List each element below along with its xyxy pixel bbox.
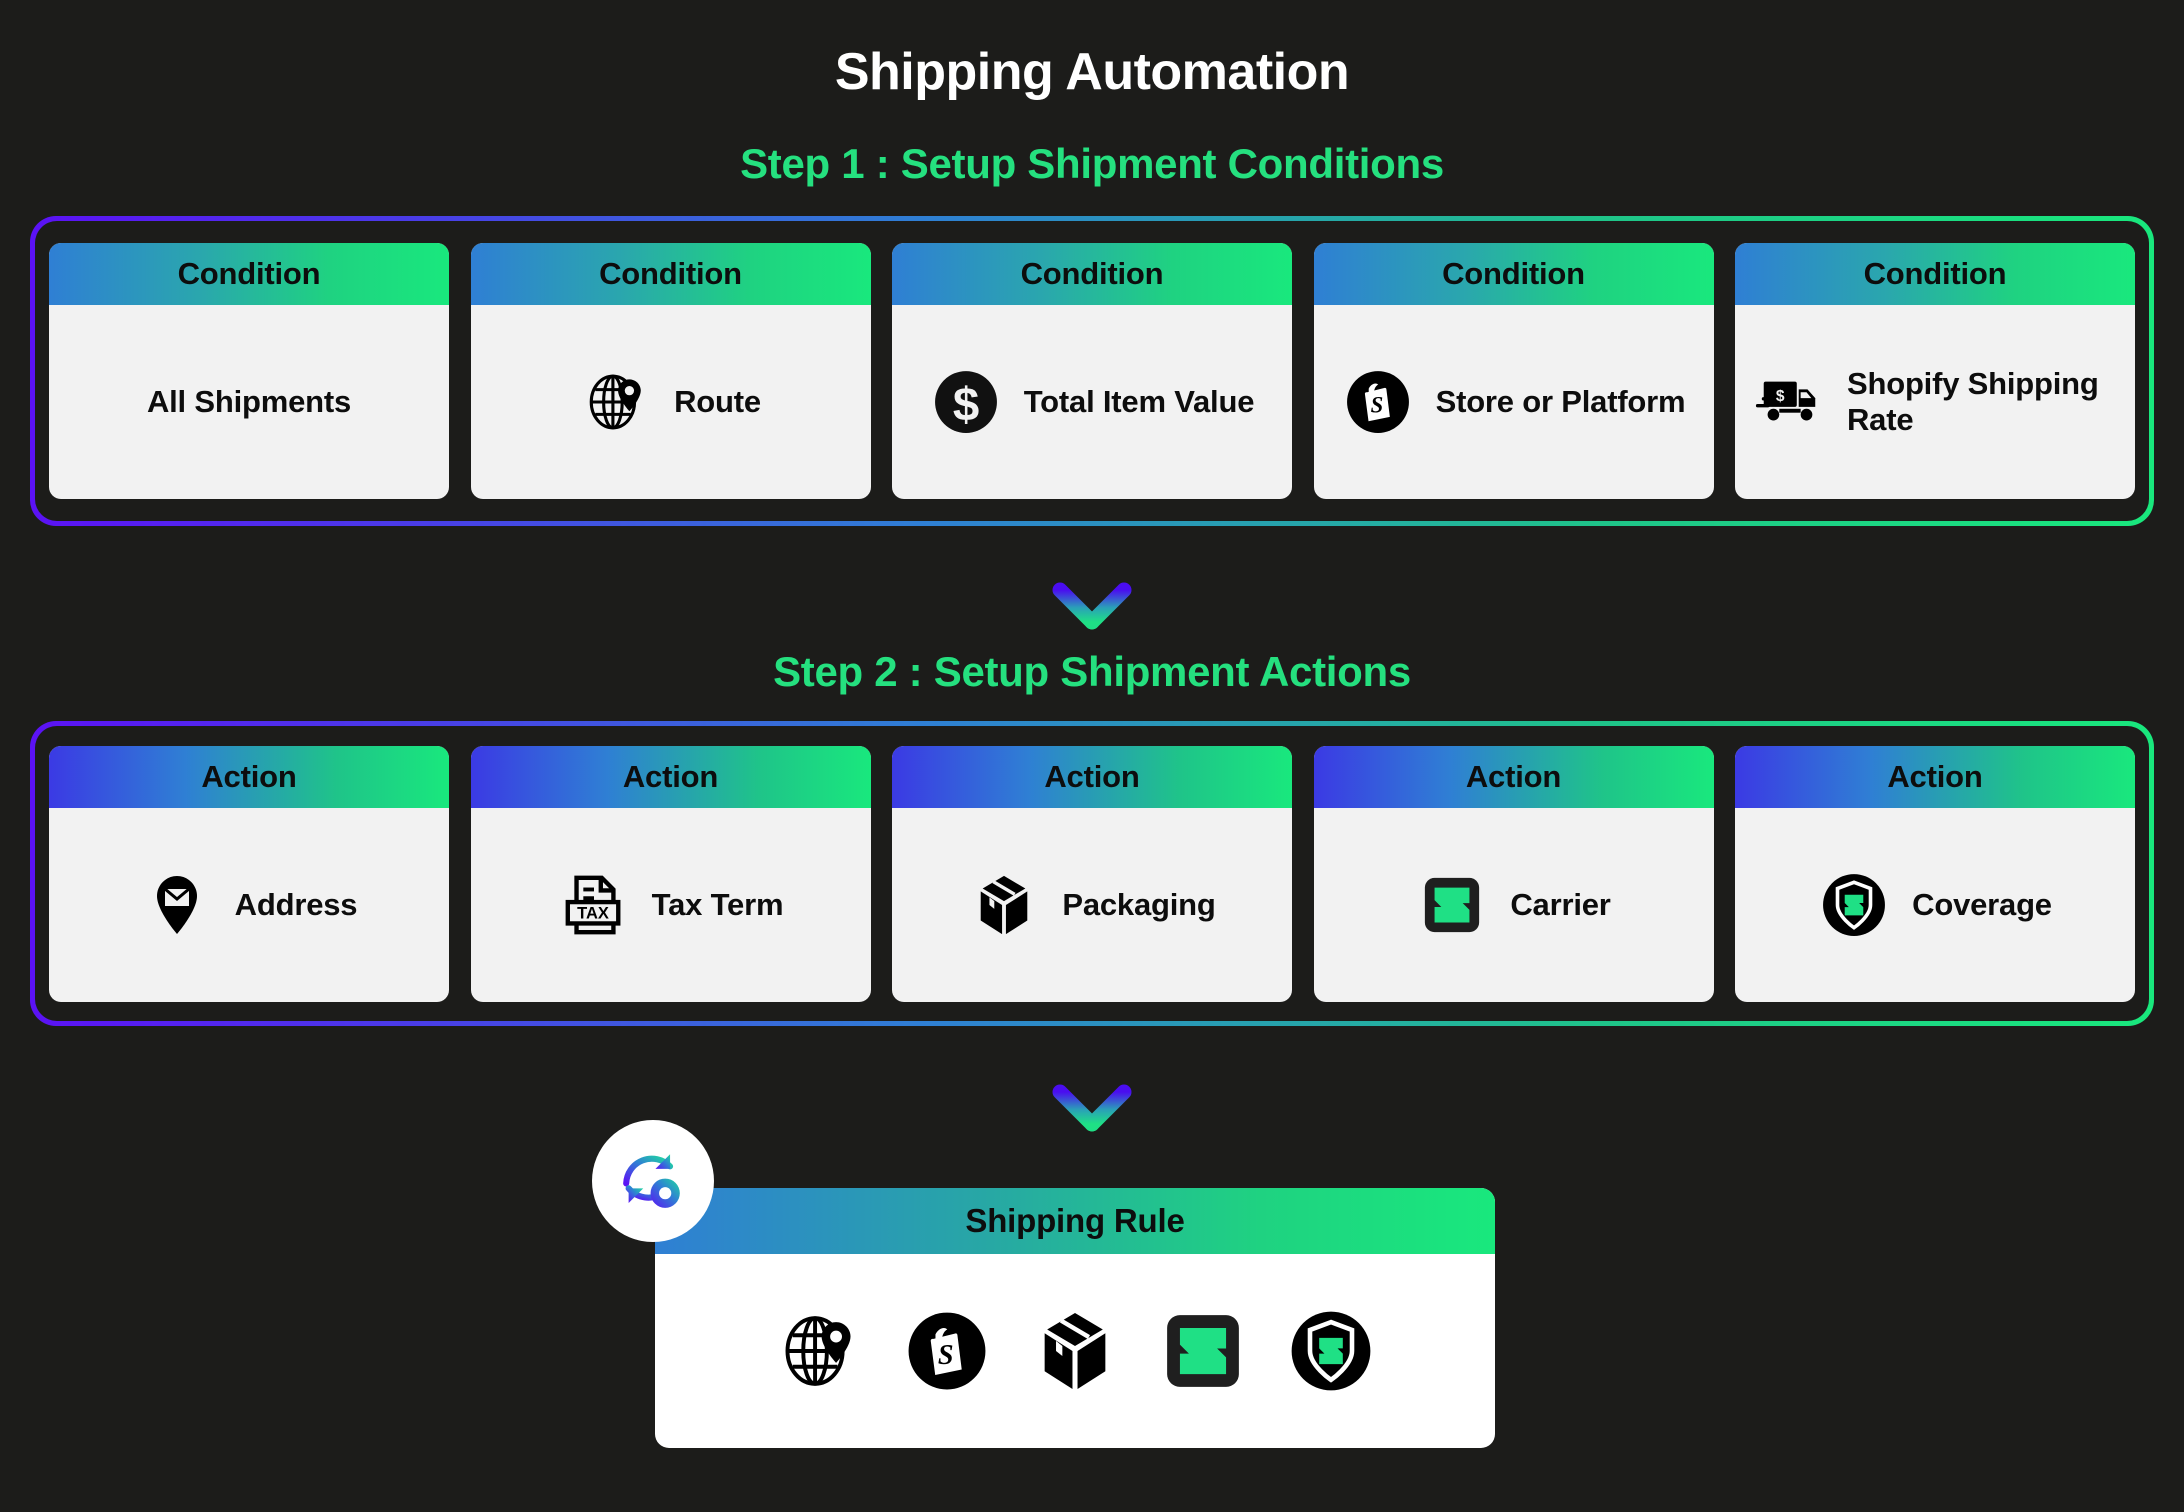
- shipping-rule-header: Shipping Rule: [655, 1188, 1495, 1254]
- actions-group: Action Address Action TAX Tax Term Actio…: [30, 721, 2154, 1026]
- card-header: Action: [892, 745, 1292, 808]
- shipping-rule-icons: S: [655, 1254, 1495, 1448]
- dollar-circle-icon: $: [930, 366, 1002, 438]
- delivery-truck-dollar-icon: $: [1753, 366, 1825, 438]
- condition-card-route[interactable]: Condition Route: [470, 243, 871, 499]
- shield-coverage-icon: [1288, 1308, 1374, 1394]
- card-header: Condition: [892, 243, 1292, 305]
- card-label: Route: [674, 384, 761, 420]
- condition-card-all-shipments[interactable]: Condition All Shipments: [49, 243, 449, 499]
- condition-card-store-or-platform[interactable]: Condition S Store or Platform: [1313, 243, 1714, 499]
- action-card-carrier[interactable]: Action Carrier: [1313, 745, 1714, 1002]
- action-card-tax-term[interactable]: Action TAX Tax Term: [470, 745, 871, 1002]
- svg-text:S: S: [938, 1340, 954, 1371]
- globe-pin-icon: [580, 366, 652, 438]
- mail-pin-icon: [141, 869, 213, 941]
- shopify-bag-icon: S: [1342, 366, 1414, 438]
- card-label: Packaging: [1062, 886, 1216, 922]
- card-label: Carrier: [1510, 886, 1611, 922]
- shopify-bag-icon: S: [904, 1308, 990, 1394]
- svg-text:$: $: [953, 379, 979, 432]
- arrow-down-step1-to-step2: [1044, 550, 1140, 636]
- card-label: Shopify Shipping Rate: [1847, 366, 2099, 437]
- card-header: Condition: [1313, 243, 1714, 305]
- card-header: Action: [1313, 745, 1714, 808]
- action-card-coverage[interactable]: Action Coverage: [1735, 745, 2135, 1002]
- card-label: Address: [234, 886, 358, 922]
- card-header: Action: [1735, 745, 2135, 808]
- globe-pin-icon: [776, 1308, 862, 1394]
- card-header: Condition: [470, 243, 871, 305]
- condition-card-total-item-value[interactable]: Condition $ Total Item Value: [892, 243, 1292, 499]
- action-card-packaging[interactable]: Action Packaging: [892, 745, 1292, 1002]
- step1-heading: Step 1 : Setup Shipment Conditions: [740, 140, 1444, 187]
- shield-coverage-icon: [1818, 869, 1890, 941]
- condition-card-shopify-shipping-rate[interactable]: Condition $ Shopify Shipping Rate: [1735, 243, 2135, 499]
- card-label: Coverage: [1912, 886, 2052, 922]
- package-box-icon: [968, 869, 1040, 941]
- card-label: Store or Platform: [1435, 384, 1686, 420]
- card-header: Condition: [49, 243, 449, 305]
- carrier-square-icon: [1160, 1308, 1246, 1394]
- svg-text:TAX: TAX: [577, 904, 609, 922]
- tax-document-icon: TAX: [558, 869, 630, 941]
- page-title: Shipping Automation: [834, 43, 1350, 101]
- shipping-rule-card[interactable]: Shipping Rule S: [655, 1188, 1495, 1448]
- package-box-icon: [1032, 1308, 1118, 1394]
- step2-heading: Step 2 : Setup Shipment Actions: [773, 648, 1411, 695]
- svg-text:$: $: [1776, 388, 1785, 405]
- shipping-automation-diagram: Shipping Automation Step 1 : Setup Shipm…: [0, 0, 2184, 1512]
- carrier-square-icon: [1416, 869, 1488, 941]
- card-label: Tax Term: [651, 886, 784, 922]
- svg-text:S: S: [1370, 392, 1383, 417]
- card-header: Action: [49, 745, 449, 808]
- card-label: All Shipments: [146, 384, 352, 420]
- refresh-gear-icon: [592, 1120, 714, 1242]
- card-header: Condition: [1735, 243, 2135, 305]
- card-header: Action: [470, 745, 871, 808]
- arrow-down-step2-to-rule: [1044, 1052, 1140, 1138]
- conditions-group: Condition All Shipments Condition Route …: [30, 216, 2154, 526]
- card-label: Total Item Value: [1023, 384, 1255, 420]
- action-card-address[interactable]: Action Address: [49, 745, 449, 1002]
